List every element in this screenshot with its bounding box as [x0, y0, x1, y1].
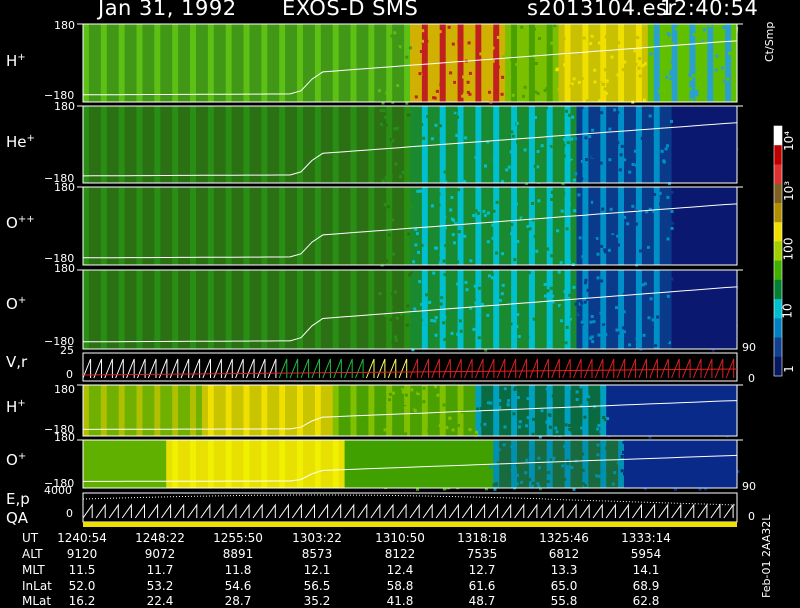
table-cell: 11.7 — [146, 563, 174, 577]
table-cell: 12.1 — [303, 563, 331, 577]
panel-label-velocity: V,r — [6, 353, 28, 371]
header-file: s2013104.esr — [527, 0, 677, 20]
table-cell: 5954 — [630, 547, 662, 561]
table-cell: 55.8 — [550, 594, 578, 608]
table-cell: 12.7 — [468, 563, 496, 577]
header-instrument: EXOS-D SMS — [282, 0, 419, 20]
right-tick: 0 — [748, 372, 755, 385]
table-cell: 1255:50 — [213, 531, 263, 545]
table-cell: 48.7 — [468, 594, 496, 608]
table-cell: 65.0 — [550, 579, 578, 593]
table-cell: 58.8 — [386, 579, 414, 593]
table-cell: 68.9 — [632, 579, 660, 593]
table-cell: 8891 — [222, 547, 254, 561]
panel-label-qa: QA — [6, 509, 29, 527]
table-cell: 7535 — [466, 547, 498, 561]
table-row-label: MLT — [22, 563, 45, 577]
colorbar-unit: Ct/Smp — [763, 21, 776, 62]
table-cell: 13.3 — [550, 563, 578, 577]
spectrogram-band-1 — [77, 105, 743, 186]
table-row-label: UT — [22, 531, 39, 545]
table-cell: 14.1 — [632, 563, 660, 577]
spectrogram-band-2 — [77, 186, 743, 267]
table-cell: 12.4 — [386, 563, 414, 577]
table-row-label: MLat — [22, 594, 52, 608]
table-row-label: InLat — [22, 579, 52, 593]
header-date: Jan 31, 1992 — [98, 0, 237, 20]
y-tick-max: 180 — [54, 262, 75, 275]
y-tick-min: 0 — [66, 507, 73, 520]
y-tick-min: 0 — [66, 368, 73, 381]
table-cell: 9072 — [144, 547, 176, 561]
spectrogram-band-3 — [77, 269, 743, 352]
right-tick: 0 — [748, 510, 755, 523]
table-cell: 16.2 — [68, 594, 96, 608]
panel-label-h-plus-2: H+ — [6, 398, 26, 416]
table-cell: 1325:46 — [539, 531, 589, 545]
table-cell: 1333:14 — [621, 531, 671, 545]
table-cell: 8122 — [384, 547, 416, 561]
table-cell: 8573 — [301, 547, 333, 561]
spectrogram-band-5 — [77, 384, 743, 439]
colorbar-label: 10⁴ — [782, 130, 797, 152]
y-tick-max: 180 — [54, 383, 75, 396]
table-cell: 52.0 — [68, 579, 96, 593]
spectrogram-band-0 — [77, 23, 743, 105]
colorbar-label: 10³ — [782, 180, 797, 202]
table-row-label: ALT — [22, 547, 43, 561]
table-cell: 54.6 — [224, 579, 252, 593]
velocity-panel — [82, 352, 738, 382]
spectrogram-canvas — [77, 23, 783, 527]
table-cell: 6812 — [548, 547, 580, 561]
table-cell: 11.8 — [224, 563, 252, 577]
colorbar-label: 1 — [781, 365, 796, 373]
panel-label-o-plus-plus: O++ — [6, 214, 35, 232]
right-tick: 90 — [742, 341, 756, 354]
footer-id: Feb-01 2AA32L — [760, 514, 773, 598]
header-time: 12:40:54 — [660, 0, 759, 20]
table-cell: 1240:54 — [57, 531, 107, 545]
panel-label-h-plus: H+ — [6, 52, 26, 70]
table-cell: 28.7 — [224, 594, 252, 608]
colorbar-label: 100 — [781, 237, 796, 261]
y-tick-max: 180 — [54, 100, 75, 113]
panel-label-o-plus-2: O+ — [6, 451, 27, 469]
colorbar-label: 10 — [780, 303, 795, 319]
table-cell: 56.5 — [303, 579, 331, 593]
table-cell: 61.6 — [468, 579, 496, 593]
table-cell: 35.2 — [303, 594, 331, 608]
y-tick-max: 180 — [54, 19, 75, 32]
y-tick-max: 25 — [60, 344, 74, 357]
panel-label-he-plus: He+ — [6, 133, 35, 151]
table-cell: 11.5 — [68, 563, 96, 577]
table-cell: 9120 — [66, 547, 98, 561]
y-tick-max: 180 — [54, 431, 75, 444]
table-cell: 41.8 — [386, 594, 414, 608]
table-cell: 1248:22 — [135, 531, 185, 545]
energy-panel — [82, 492, 738, 527]
spectrogram-band-6 — [77, 439, 743, 491]
table-cell: 1318:18 — [457, 531, 507, 545]
panel-label-o-plus: O+ — [6, 295, 27, 313]
y-tick-max: 180 — [54, 181, 75, 194]
y-tick-max: 4000 — [44, 484, 72, 497]
panel-label-energy: E,p — [6, 490, 30, 508]
right-tick: 90 — [742, 480, 756, 493]
table-cell: 22.4 — [146, 594, 174, 608]
table-cell: 62.8 — [632, 594, 660, 608]
table-cell: 1310:50 — [375, 531, 425, 545]
table-cell: 53.2 — [146, 579, 174, 593]
table-cell: 1303:22 — [292, 531, 342, 545]
